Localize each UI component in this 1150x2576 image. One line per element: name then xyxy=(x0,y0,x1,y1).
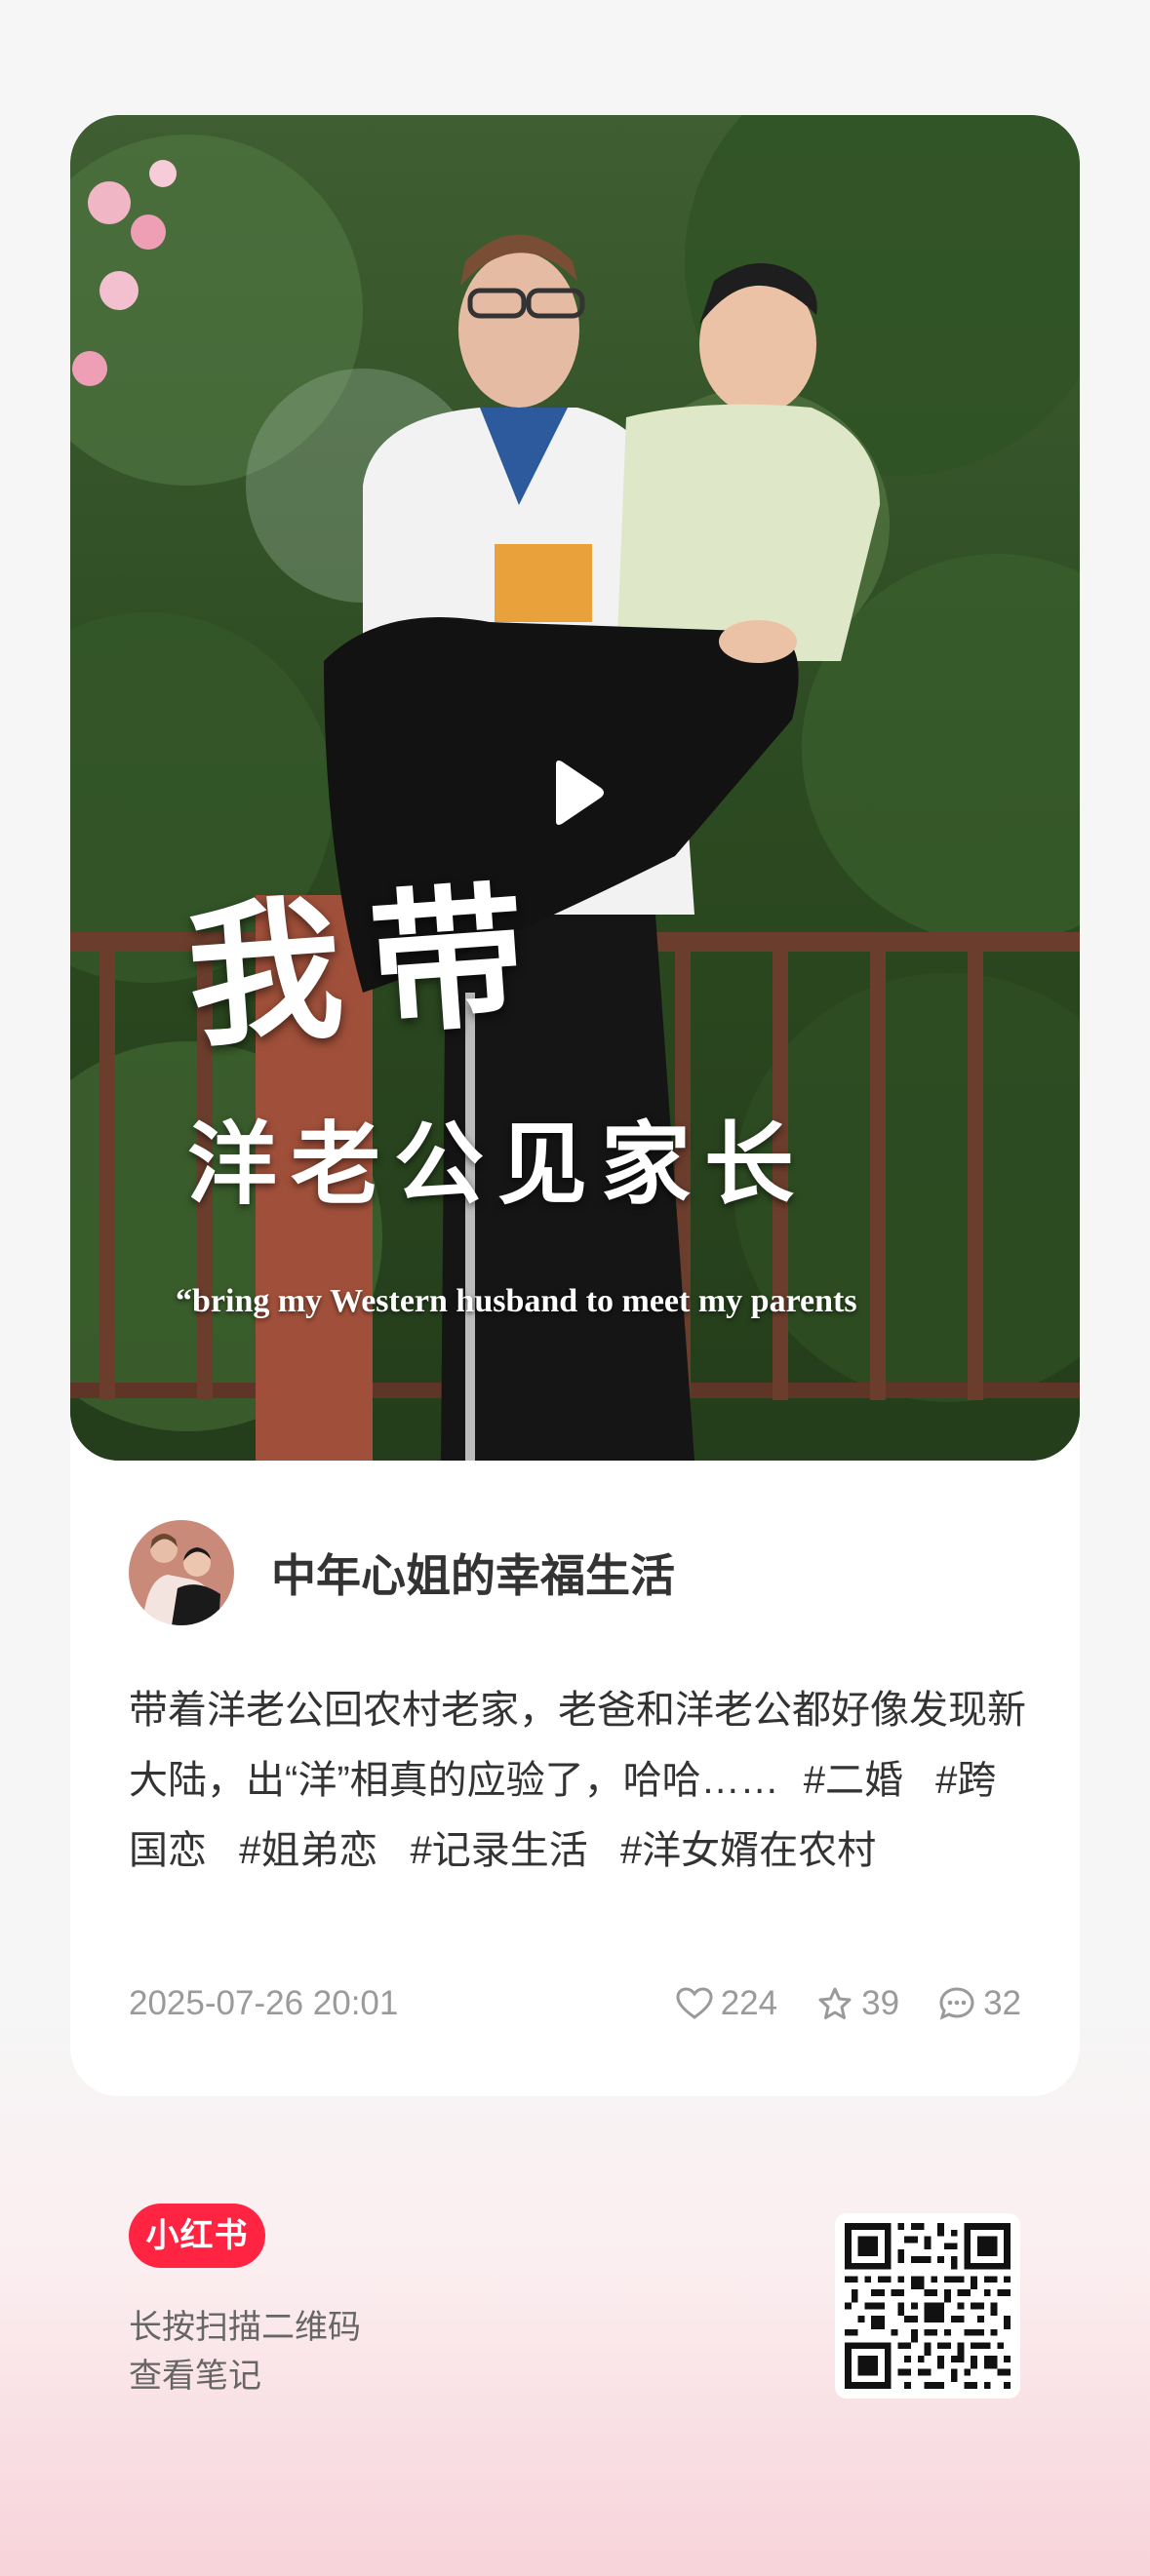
comment-count: 32 xyxy=(983,1984,1021,2022)
play-icon[interactable] xyxy=(548,759,607,827)
like-button[interactable]: 224 xyxy=(676,1984,777,2023)
qr-code[interactable] xyxy=(835,2213,1020,2399)
hashtag[interactable]: #洋女婿在农村 xyxy=(620,1829,876,1872)
note-meta-row: 2025-07-26 20:01 224 39 32 xyxy=(129,1979,1021,2028)
hashtag[interactable]: #姐弟恋 xyxy=(239,1829,377,1872)
heart-icon xyxy=(676,1987,713,2019)
scan-hint-line1: 长按扫描二维码 xyxy=(129,2309,361,2346)
comment-button[interactable]: 32 xyxy=(938,1984,1021,2023)
star-icon xyxy=(818,1987,852,2019)
xiaohongshu-logo: 小红书 xyxy=(129,2204,265,2268)
cover-title-english: “bring my Western husband to meet my par… xyxy=(176,1283,857,1319)
author-name[interactable]: 中年心姐的幸福生活 xyxy=(271,1541,675,1605)
author-row[interactable]: 中年心姐的幸福生活 xyxy=(129,1519,675,1626)
note-description: 带着洋老公回农村老家，老爸和洋老公都好像发现新大陆，出“洋”相真的应验了，哈哈…… xyxy=(129,1675,1026,1886)
hashtag[interactable]: #记录生活 xyxy=(411,1829,588,1872)
scan-hint: 长按扫描二维码 查看笔记 xyxy=(129,2303,361,2400)
like-count: 224 xyxy=(720,1984,778,2022)
collect-count: 39 xyxy=(861,1984,900,2022)
comment-icon xyxy=(939,1987,974,2020)
cover-title-line2: 洋老公见家长 xyxy=(187,1112,809,1217)
note-card: 我带 洋老公见家长 “bring my Western husband to m… xyxy=(70,115,1080,2096)
avatar[interactable] xyxy=(129,1520,234,1625)
publish-date: 2025-07-26 20:01 xyxy=(129,1984,399,2022)
hashtag[interactable]: #二婚 xyxy=(804,1759,903,1802)
video-cover[interactable]: 我带 洋老公见家长 “bring my Western husband to m… xyxy=(70,115,1080,1461)
collect-button[interactable]: 39 xyxy=(816,1984,899,2023)
qr-code-image xyxy=(845,2223,1011,2389)
scan-hint-line2: 查看笔记 xyxy=(129,2358,261,2395)
